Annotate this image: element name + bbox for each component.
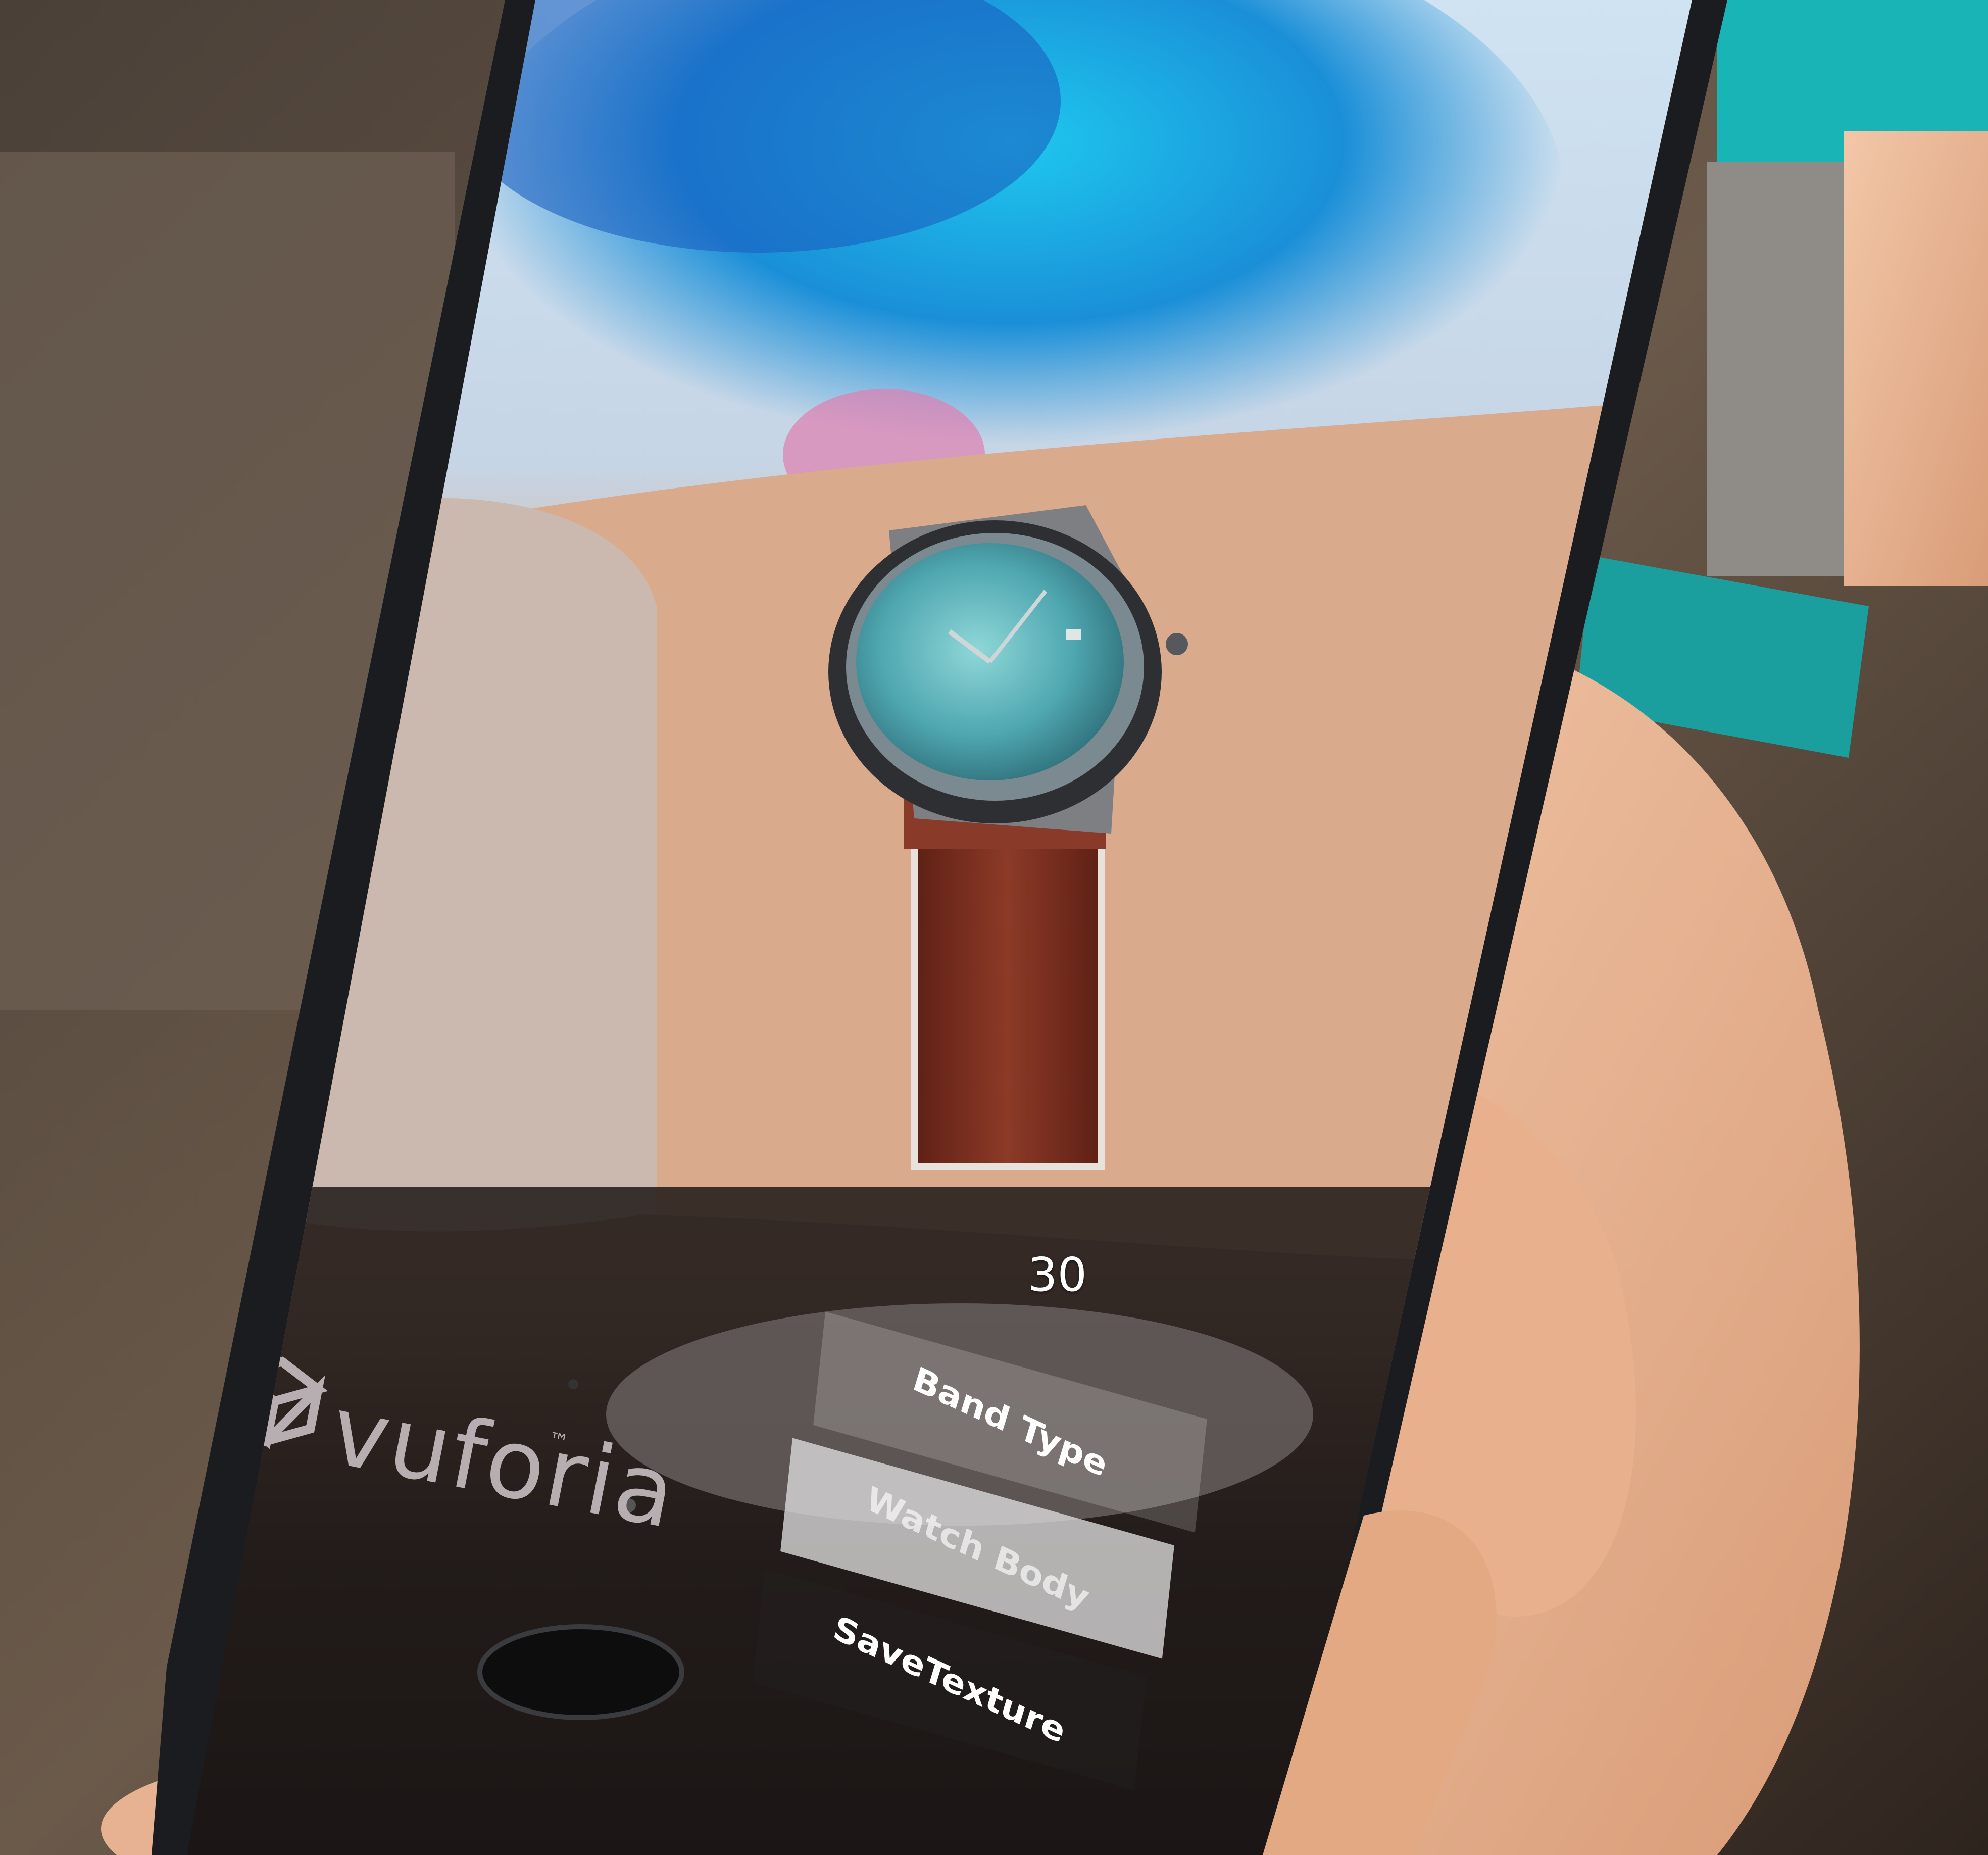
home-button bbox=[477, 1624, 684, 1720]
fps-counter: 30 bbox=[1028, 1248, 1087, 1302]
